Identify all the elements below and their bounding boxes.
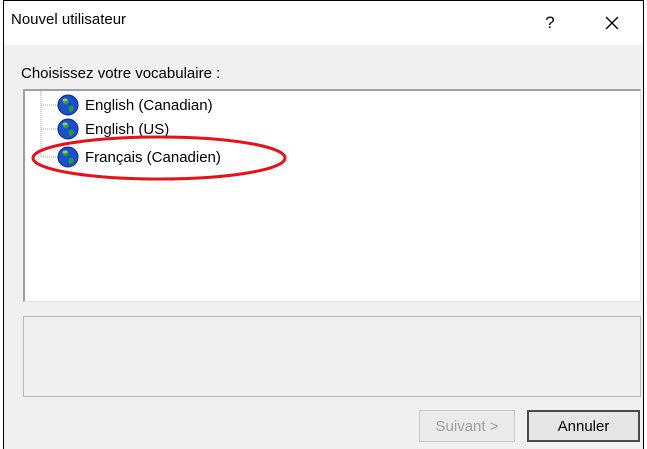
- vocab-label: English (US): [85, 120, 170, 138]
- vocab-label: Français (Canadien): [85, 148, 221, 166]
- globe-icon: [57, 94, 79, 116]
- help-button[interactable]: ?: [522, 5, 578, 41]
- cancel-button[interactable]: Annuler: [527, 410, 640, 442]
- vocab-item-francais-canadien[interactable]: Français (Canadien): [57, 146, 221, 168]
- globe-icon: [57, 146, 79, 168]
- vocabulary-tree[interactable]: English (Canadian) English (US) Français…: [23, 89, 641, 302]
- close-button[interactable]: [584, 5, 640, 41]
- vocab-item-english-us[interactable]: English (US): [57, 118, 169, 140]
- vocabulary-prompt: Choisissez votre vocabulaire :: [21, 65, 221, 82]
- close-icon: [605, 16, 619, 30]
- title-bar: Nouvel utilisateur ?: [4, 1, 643, 45]
- window-title: Nouvel utilisateur: [11, 11, 127, 28]
- next-button[interactable]: Suivant >: [419, 410, 515, 442]
- new-user-dialog: Nouvel utilisateur ? Choisissez votre vo…: [3, 0, 644, 449]
- vocab-label: English (Canadian): [85, 96, 213, 114]
- globe-icon: [57, 118, 79, 140]
- vocab-item-english-canadian[interactable]: English (Canadian): [57, 94, 213, 116]
- description-panel: [23, 316, 641, 397]
